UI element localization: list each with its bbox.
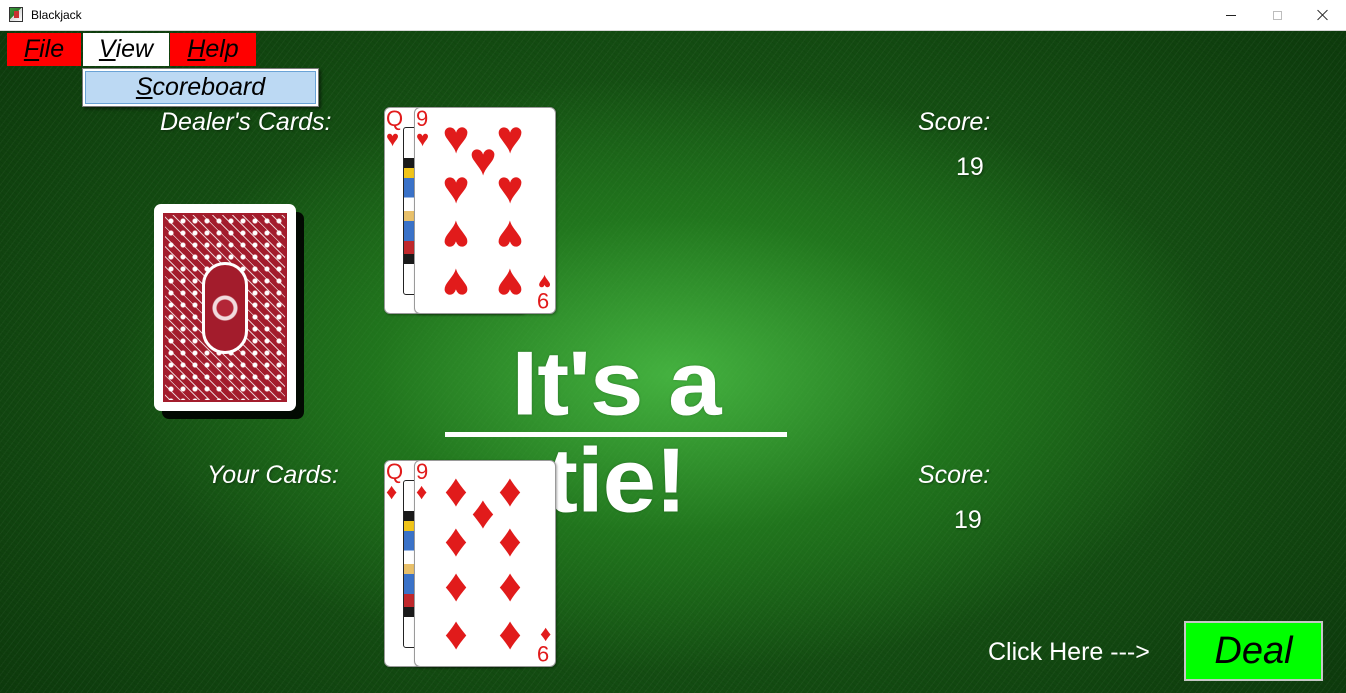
minimize-button[interactable] xyxy=(1208,0,1254,30)
dealer-card-nine: 9 ♥ ♥ 9 ♥ ♥ ♥ ♥ ♥ ♥ ♥ ♥ ♥ xyxy=(414,107,556,314)
menu-item-scoreboard[interactable]: Scoreboard xyxy=(85,71,316,104)
menu-view[interactable]: View xyxy=(83,33,169,66)
menu-view-accel: V xyxy=(98,35,116,63)
click-here-hint: Click Here ---> xyxy=(988,638,1150,666)
diamond-icon: ♦ xyxy=(444,514,468,566)
menu-help-label: elp xyxy=(205,35,239,63)
heart-icon: ♥ xyxy=(496,259,524,311)
title-bar: Blackjack xyxy=(0,0,1346,31)
diamond-icon: ♦ xyxy=(444,564,468,616)
menu-help-accel: H xyxy=(187,35,206,63)
card-rank: 9 xyxy=(536,641,549,666)
diamond-icon: ♦ xyxy=(498,514,522,566)
menu-help[interactable]: Help xyxy=(170,33,256,66)
card-rank: 9 xyxy=(536,288,549,313)
heart-icon: ♥ xyxy=(496,161,524,213)
felt-table: File View Help Scoreboard Dealer's Cards… xyxy=(0,31,1346,693)
player-score-value: 19 xyxy=(954,506,982,534)
heart-icon: ♥ xyxy=(442,259,470,311)
heart-icon: ♥ xyxy=(386,126,400,151)
menu-view-label: iew xyxy=(115,35,154,63)
scoreboard-label: coreboard xyxy=(152,73,266,101)
card-back-medallion xyxy=(202,261,248,354)
app-icon xyxy=(9,7,23,22)
player-cards-label: Your Cards: xyxy=(207,461,340,489)
maximize-button[interactable] xyxy=(1254,0,1300,30)
diamond-icon: ♦ xyxy=(498,564,522,616)
deck xyxy=(154,204,296,411)
blackjack-window: Blackjack File View Help Scoreboard Deal… xyxy=(0,0,1346,693)
dealer-cards-label: Dealer's Cards: xyxy=(160,108,332,136)
scoreboard-accel: S xyxy=(135,73,153,101)
close-button[interactable] xyxy=(1300,0,1346,30)
close-icon xyxy=(1317,9,1329,21)
maximize-icon xyxy=(1272,10,1282,20)
dealer-score-value: 19 xyxy=(956,153,984,181)
menu-file[interactable]: File xyxy=(7,33,81,66)
card-back-pattern xyxy=(163,213,287,402)
deal-button[interactable]: Deal xyxy=(1184,621,1323,681)
heart-icon: ♥ xyxy=(442,211,470,263)
menu-file-label: ile xyxy=(39,35,65,63)
menu-file-accel: F xyxy=(23,35,40,63)
view-dropdown: Scoreboard xyxy=(82,68,319,107)
player-card-nine: 9 ♦ ♦ 9 ♦ ♦ ♦ ♦ ♦ ♦ ♦ ♦ ♦ xyxy=(414,460,556,667)
window-title: Blackjack xyxy=(31,8,82,22)
player-score-label: Score: xyxy=(918,461,991,489)
heart-icon: ♥ xyxy=(416,126,430,151)
result-message: It's a tie! xyxy=(511,332,722,532)
heart-icon: ♥ xyxy=(442,161,470,213)
minimize-icon xyxy=(1226,14,1236,16)
diamond-icon: ♦ xyxy=(386,479,398,504)
result-underline xyxy=(445,432,787,437)
diamond-icon: ♦ xyxy=(444,612,468,664)
heart-icon: ♥ xyxy=(496,211,524,263)
diamond-icon: ♦ xyxy=(498,612,522,664)
diamond-icon: ♦ xyxy=(416,479,428,504)
dealer-score-label: Score: xyxy=(918,108,991,136)
